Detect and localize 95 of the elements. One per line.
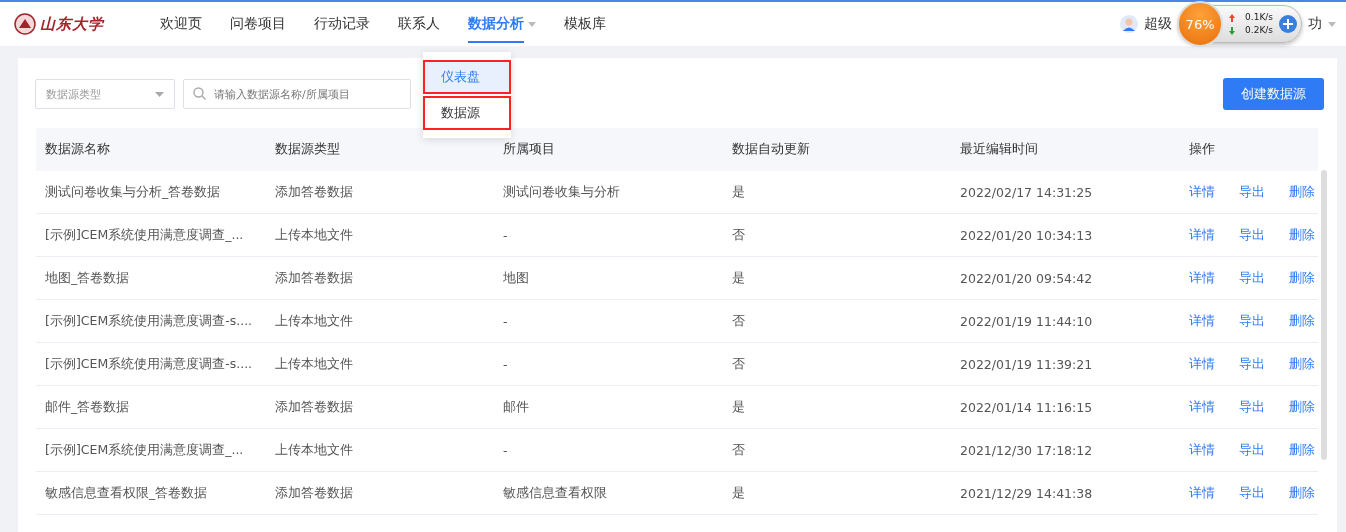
column-header: 数据自动更新 [723, 128, 951, 171]
action-link[interactable]: 详情 [1189, 183, 1215, 201]
table-cell: 邮件_答卷数据 [36, 385, 266, 429]
action-link[interactable]: 删除 [1289, 226, 1315, 244]
table-cell: 敏感信息查看权限 [494, 471, 723, 515]
table-cell: - [494, 342, 723, 386]
table-cell: 添加答卷数据 [266, 171, 494, 214]
down-arrow-icon [1229, 26, 1236, 35]
table-cell: 测试问卷收集与分析_答卷数据 [36, 171, 266, 214]
table-cell: 上传本地文件 [266, 342, 494, 386]
table-cell: 2022/01/19 11:39:21 [951, 342, 1180, 386]
action-link[interactable]: 删除 [1289, 183, 1315, 201]
table-cell: 邮件 [494, 385, 723, 429]
logo-text: 山东大学 [40, 14, 104, 34]
column-header: 数据源类型 [266, 128, 494, 171]
menu-item[interactable]: 数据源 [423, 96, 511, 130]
action-link[interactable]: 详情 [1189, 484, 1215, 502]
action-link[interactable]: 删除 [1289, 269, 1315, 287]
action-link[interactable]: 导出 [1239, 226, 1265, 244]
download-speed: 0.2K/s [1245, 24, 1273, 37]
action-link[interactable]: 导出 [1239, 183, 1265, 201]
table-cell: 添加答卷数据 [266, 256, 494, 300]
table-cell: 否 [723, 299, 951, 343]
table-cell: [示例]CEM系统使用满意度调查_... [36, 428, 266, 472]
table-cell: 测试问卷收集与分析 [494, 171, 723, 214]
table-cell: 2022/01/14 11:16:15 [951, 385, 1180, 429]
action-link[interactable]: 导出 [1239, 355, 1265, 373]
user-name[interactable]: 超级 [1144, 15, 1173, 33]
column-header: 最近编辑时间 [951, 128, 1180, 171]
avatar-icon [1120, 15, 1139, 33]
table-cell: 是 [723, 171, 951, 214]
action-link[interactable]: 详情 [1189, 269, 1215, 287]
table-cell: 2022/01/20 09:54:42 [951, 256, 1180, 300]
table-cell: [示例]CEM系统使用满意度调查-s.... [36, 342, 266, 386]
action-link[interactable]: 导出 [1239, 398, 1265, 416]
action-link[interactable]: 删除 [1289, 398, 1315, 416]
user-name-tail[interactable]: 功 [1308, 15, 1322, 33]
action-link[interactable]: 导出 [1239, 441, 1265, 459]
table-cell: 上传本地文件 [266, 299, 494, 343]
table-cell: 添加答卷数据 [266, 471, 494, 515]
emblem-icon [14, 13, 36, 35]
action-link[interactable]: 详情 [1189, 312, 1215, 330]
table-cell: 地图_答卷数据 [36, 256, 266, 300]
action-link[interactable]: 详情 [1189, 441, 1215, 459]
action-link[interactable]: 详情 [1189, 398, 1215, 416]
nav-tab[interactable]: 欢迎页 [146, 2, 216, 46]
table-cell: [示例]CEM系统使用满意度调查-s.... [36, 299, 266, 343]
action-link[interactable]: 删除 [1289, 441, 1315, 459]
create-datasource-button[interactable]: 创建数据源 [1223, 78, 1324, 110]
table-cell: 是 [723, 256, 951, 300]
upload-speed: 0.1K/s [1245, 11, 1273, 24]
table-cell: 地图 [494, 256, 723, 300]
action-link[interactable]: 详情 [1189, 226, 1215, 244]
action-link[interactable]: 导出 [1239, 269, 1265, 287]
table-cell: 否 [723, 213, 951, 257]
menu-item[interactable]: 仪表盘 [423, 60, 511, 94]
plus-icon[interactable] [1279, 15, 1297, 33]
column-header: 数据源名称 [36, 128, 266, 171]
table-cell: 是 [723, 471, 951, 515]
scrollbar[interactable] [1321, 170, 1327, 460]
table-cell: 敏感信息查看权限_答卷数据 [36, 471, 266, 515]
table-cell: 2021/12/30 17:18:12 [951, 428, 1180, 472]
action-link[interactable]: 导出 [1239, 484, 1265, 502]
table-cell: 上传本地文件 [266, 213, 494, 257]
table-cell: - [494, 213, 723, 257]
action-link[interactable]: 删除 [1289, 484, 1315, 502]
nav-tab[interactable]: 问卷项目 [216, 2, 300, 46]
action-link[interactable]: 删除 [1289, 312, 1315, 330]
table-cell: - [494, 428, 723, 472]
column-header: 所属项目 [494, 128, 723, 171]
table-cell: 上传本地文件 [266, 428, 494, 472]
table-cell: 否 [723, 428, 951, 472]
table-cell: 否 [723, 342, 951, 386]
up-arrow-icon [1229, 13, 1236, 22]
usage-percent: 76% [1177, 1, 1224, 47]
action-link[interactable]: 导出 [1239, 312, 1265, 330]
table-cell: 2021/12/29 14:41:38 [951, 471, 1180, 515]
caret-icon [1328, 21, 1336, 27]
nav-tab[interactable]: 行动记录 [300, 2, 384, 46]
table-cell: 2022/01/19 11:44:10 [951, 299, 1180, 343]
column-header: 操作 [1180, 128, 1318, 171]
type-select[interactable]: 数据源类型 [35, 79, 175, 109]
table-cell: - [494, 299, 723, 343]
search-field[interactable]: 请输入数据源名称/所属项目 [183, 79, 411, 109]
table-cell: [示例]CEM系统使用满意度调查_... [36, 213, 266, 257]
nav-tab[interactable]: 模板库 [550, 2, 620, 46]
caret-icon [155, 91, 164, 97]
table-cell: 添加答卷数据 [266, 385, 494, 429]
nav-tab[interactable]: 联系人 [384, 2, 454, 46]
action-link[interactable]: 详情 [1189, 355, 1215, 373]
table-cell: 是 [723, 385, 951, 429]
nav-tab[interactable]: 数据分析 [454, 2, 550, 46]
table-cell: 2022/01/20 10:34:13 [951, 213, 1180, 257]
table-cell: 2022/02/17 14:31:25 [951, 171, 1180, 214]
action-link[interactable]: 删除 [1289, 355, 1315, 373]
